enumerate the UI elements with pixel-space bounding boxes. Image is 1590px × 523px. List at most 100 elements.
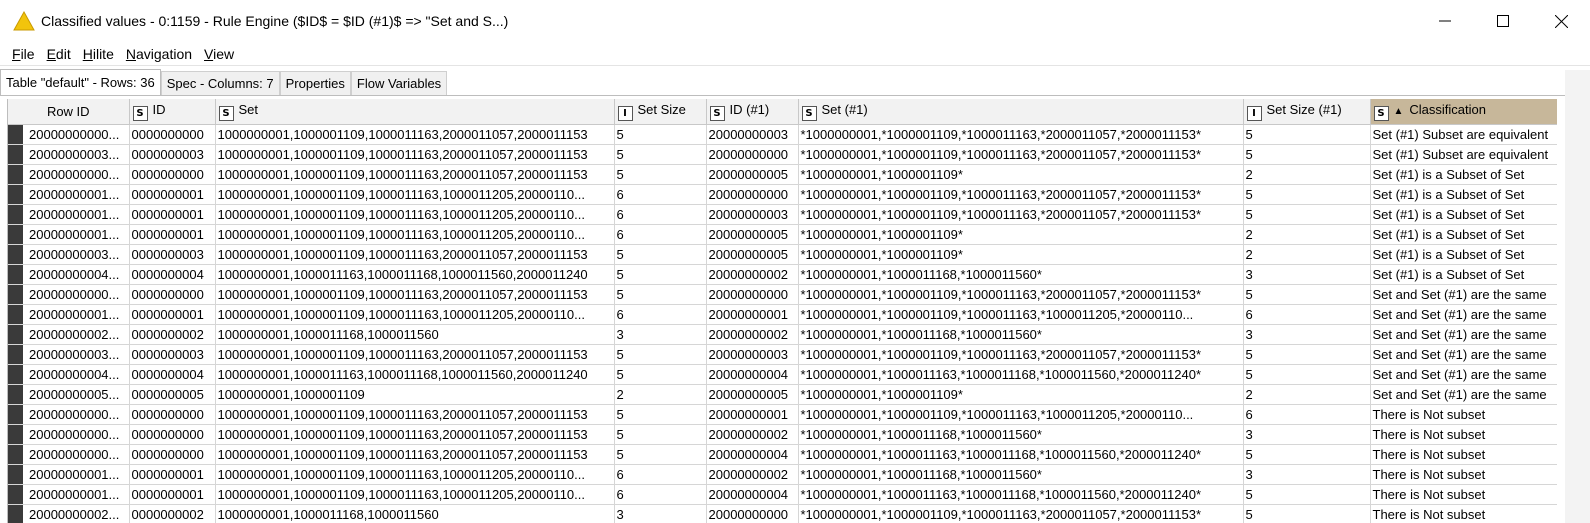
cell-set-1[interactable]: *1000000001,*1000011168,*1000011560* [798,324,1244,345]
cell-set-size-1[interactable]: 2 [1243,164,1371,185]
cell-rowid[interactable]: 20000000001... [8,484,130,505]
cell-set[interactable]: 1000000001,1000011168,1000011560 [215,504,615,523]
cell-id[interactable]: 0000000000 [129,424,216,445]
cell-set-size-1[interactable]: 5 [1243,444,1371,465]
column-header-set-size-1[interactable]: I Set Size (#1) [1243,99,1371,125]
cell-id[interactable]: 0000000003 [129,144,216,165]
cell-set-size-1[interactable]: 5 [1243,484,1371,505]
cell-set[interactable]: 1000000001,1000001109,1000011163,2000011… [215,404,615,425]
cell-set-size[interactable]: 5 [614,364,707,385]
cell-set[interactable]: 1000000001,1000001109,1000011163,2000011… [215,144,615,165]
cell-id-1[interactable]: 20000000000 [706,504,799,523]
table-row[interactable]: 20000000000... 0000000000 1000000001,10000… [8,444,1557,465]
cell-id-1[interactable]: 20000000003 [706,124,799,145]
cell-set[interactable]: 1000000001,1000001109,1000011163,1000011… [215,464,615,485]
maximize-button[interactable] [1474,0,1532,42]
cell-set-size-1[interactable]: 5 [1243,284,1371,305]
tab-properties[interactable]: Properties [279,71,351,95]
cell-set-size-1[interactable]: 3 [1243,464,1371,485]
cell-classification[interactable]: Set and Set (#1) are the same [1370,344,1557,365]
column-header-classification[interactable]: S ▲ Classification [1370,99,1557,125]
cell-set-size[interactable]: 5 [614,424,707,445]
cell-set-size-1[interactable]: 5 [1243,504,1371,523]
cell-set-1[interactable]: *1000000001,*1000001109,*1000011163,*200… [798,504,1244,523]
tab-spec[interactable]: Spec - Columns: 7 [160,71,280,95]
cell-id[interactable]: 0000000001 [129,224,216,245]
cell-rowid[interactable]: 20000000004... [8,364,130,385]
cell-id-1[interactable]: 20000000004 [706,444,799,465]
cell-classification[interactable]: Set (#1) is a Subset of Set [1370,224,1557,245]
table-row[interactable]: 20000000005... 0000000005 1000000001,10000… [8,384,1557,405]
table-row[interactable]: 20000000002... 0000000002 1000000001,10000… [8,504,1557,523]
cell-set-size[interactable]: 5 [614,144,707,165]
cell-classification[interactable]: Set (#1) is a Subset of Set [1370,164,1557,185]
cell-id-1[interactable]: 20000000002 [706,424,799,445]
cell-classification[interactable]: Set (#1) is a Subset of Set [1370,244,1557,265]
minimize-button[interactable] [1416,0,1474,42]
cell-set[interactable]: 1000000001,1000001109,1000011163,2000011… [215,344,615,365]
menu-file[interactable]: File [6,46,41,62]
cell-set[interactable]: 1000000001,1000001109,1000011163,1000011… [215,484,615,505]
cell-id-1[interactable]: 20000000005 [706,224,799,245]
cell-set-size[interactable]: 6 [614,304,707,325]
cell-id[interactable]: 0000000003 [129,244,216,265]
cell-id[interactable]: 0000000001 [129,184,216,205]
cell-id[interactable]: 0000000002 [129,324,216,345]
cell-id-1[interactable]: 20000000004 [706,484,799,505]
menu-navigation[interactable]: Navigation [120,46,198,62]
column-header-set-size[interactable]: I Set Size [614,99,707,125]
cell-set-size-1[interactable]: 2 [1243,224,1371,245]
cell-id-1[interactable]: 20000000002 [706,324,799,345]
cell-id-1[interactable]: 20000000000 [706,284,799,305]
table-row[interactable]: 20000000000... 0000000000 1000000001,10000… [8,164,1557,185]
cell-set-1[interactable]: *1000000001,*1000001109* [798,244,1244,265]
cell-id[interactable]: 0000000000 [129,164,216,185]
cell-id-1[interactable]: 20000000004 [706,364,799,385]
cell-id[interactable]: 0000000001 [129,484,216,505]
cell-id-1[interactable]: 20000000002 [706,264,799,285]
cell-set-size[interactable]: 5 [614,404,707,425]
table-row[interactable]: 20000000003... 0000000003 1000000001,10000… [8,244,1557,265]
cell-set-size-1[interactable]: 5 [1243,344,1371,365]
cell-set-size[interactable]: 6 [614,204,707,225]
cell-set-size[interactable]: 5 [614,244,707,265]
cell-set-size[interactable]: 5 [614,164,707,185]
cell-set[interactable]: 1000000001,1000001109,1000011163,1000011… [215,184,615,205]
cell-rowid[interactable]: 20000000001... [8,184,130,205]
cell-classification[interactable]: Set and Set (#1) are the same [1370,324,1557,345]
cell-set-size[interactable]: 5 [614,264,707,285]
table-row[interactable]: 20000000004... 0000000004 1000000001,10000… [8,364,1557,385]
table-row[interactable]: 20000000004... 0000000004 1000000001,10000… [8,264,1557,285]
menu-hilite[interactable]: Hilite [77,46,120,62]
cell-rowid[interactable]: 20000000000... [8,424,130,445]
cell-classification[interactable]: Set (#1) is a Subset of Set [1370,204,1557,225]
cell-id[interactable]: 0000000001 [129,204,216,225]
cell-set-size[interactable]: 2 [614,384,707,405]
cell-set-size-1[interactable]: 3 [1243,324,1371,345]
cell-set-1[interactable]: *1000000001,*1000011168,*1000011560* [798,264,1244,285]
cell-rowid[interactable]: 20000000002... [8,504,130,523]
table-row[interactable]: 20000000000... 0000000000 1000000001,10000… [8,424,1557,445]
cell-set-size-1[interactable]: 5 [1243,124,1371,145]
cell-set[interactable]: 1000000001,1000011163,1000011168,1000011… [215,364,615,385]
table-row[interactable]: 20000000001... 0000000001 1000000001,10000… [8,464,1557,485]
table-row[interactable]: 20000000001... 0000000001 1000000001,10000… [8,304,1557,325]
column-header-id-1[interactable]: S ID (#1) [706,99,799,125]
cell-id-1[interactable]: 20000000000 [706,144,799,165]
cell-rowid[interactable]: 20000000000... [8,164,130,185]
table-row[interactable]: 20000000000... 0000000000 1000000001,10000… [8,404,1557,425]
cell-rowid[interactable]: 20000000003... [8,244,130,265]
tab-flow-variables[interactable]: Flow Variables [350,71,448,95]
cell-set-size-1[interactable]: 6 [1243,304,1371,325]
cell-set-size[interactable]: 6 [614,464,707,485]
cell-classification[interactable]: There is Not subset [1370,404,1557,425]
cell-set-size-1[interactable]: 5 [1243,364,1371,385]
cell-set-size-1[interactable]: 6 [1243,404,1371,425]
cell-classification[interactable]: There is Not subset [1370,484,1557,505]
cell-classification[interactable]: Set (#1) Subset are equivalent [1370,124,1557,145]
cell-set-1[interactable]: *1000000001,*1000011163,*1000011168,*100… [798,364,1244,385]
menu-edit[interactable]: Edit [41,46,77,62]
cell-set-size[interactable]: 3 [614,324,707,345]
cell-id[interactable]: 0000000004 [129,264,216,285]
cell-classification[interactable]: Set and Set (#1) are the same [1370,384,1557,405]
